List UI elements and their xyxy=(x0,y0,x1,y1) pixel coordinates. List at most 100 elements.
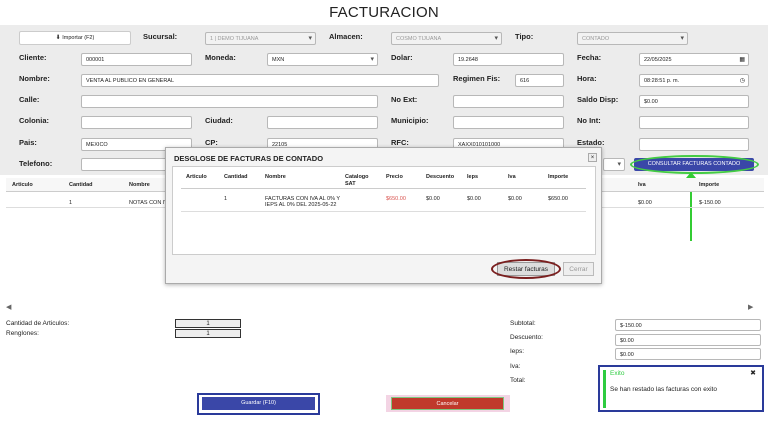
modal-row-nombre: FACTURAS CON IVA AL 0% Y IEPS AL 0% DEL … xyxy=(265,196,340,208)
telefono-input[interactable] xyxy=(81,158,167,171)
municipio-input[interactable] xyxy=(453,116,564,129)
saldo-label: Saldo Disp: xyxy=(577,95,619,104)
renglones-label: Renglones: xyxy=(6,330,39,337)
modal-th-cantidad: Cantidad xyxy=(224,174,248,180)
main-th-cantidad: Cantidad xyxy=(69,182,93,188)
toast-title: Exito xyxy=(610,370,625,377)
modal-title: DESGLOSE DE FACTURAS DE CONTADO xyxy=(174,154,324,163)
cliente-label: Cliente: xyxy=(19,53,47,62)
cantidad-articulos-label: Cantidad de Articulos: xyxy=(6,320,70,327)
rfc-label: RFC: xyxy=(391,138,409,147)
guardar-button[interactable]: Guardar (F10) xyxy=(202,397,315,410)
row-cantidad: 1 xyxy=(69,200,73,206)
modal-row-importe: $650.00 xyxy=(548,196,568,202)
almacen-select[interactable]: COSMO TIJUANA xyxy=(391,32,502,45)
main-th-iva: Iva xyxy=(638,182,646,188)
hora-value: 08:28:51 p. m. xyxy=(644,78,680,84)
extra-select[interactable] xyxy=(603,158,625,171)
scroll-right-icon[interactable]: ▶ xyxy=(748,303,753,311)
regimen-input[interactable]: 616 xyxy=(515,74,564,87)
ieps-label: Ieps: xyxy=(510,348,525,355)
fecha-label: Fecha: xyxy=(577,53,602,62)
success-toast: Exito ✖ Se han restado las facturas con … xyxy=(598,365,764,412)
modal-th-precio: Precio xyxy=(386,174,403,180)
main-th-articulo: Articulo xyxy=(12,182,33,188)
dolar-input[interactable]: 19.2648 xyxy=(453,53,564,66)
main-th-importe: Importe xyxy=(699,182,720,188)
moneda-select[interactable]: MXN xyxy=(267,53,378,66)
modal-row-ieps: $0.00 xyxy=(467,196,481,202)
subtotal-label: Subtotal: xyxy=(510,320,536,327)
modal-th-importe: Importe xyxy=(548,174,569,180)
noint-label: No Int: xyxy=(577,116,601,125)
row-iva: $0.00 xyxy=(638,200,652,206)
modal-table-row[interactable] xyxy=(181,193,586,212)
moneda-label: Moneda: xyxy=(205,53,236,62)
descuento-label: Descuento: xyxy=(510,334,543,341)
subtotal-value: $-150.00 xyxy=(615,319,761,331)
fecha-input[interactable]: 22/05/2025 ▦ xyxy=(639,53,749,66)
import-button[interactable]: ⬇ Importar (F2) xyxy=(19,31,131,45)
municipio-label: Municipio: xyxy=(391,116,429,125)
modal-body: Articulo Cantidad Nombre Catalogo SAT Pr… xyxy=(172,166,596,255)
cantidad-articulos-value: 1 xyxy=(175,319,241,328)
toast-message: Se han restado las facturas con exito xyxy=(610,386,717,393)
toast-accent-bar xyxy=(603,370,606,408)
page-title: FACTURACION xyxy=(329,4,439,21)
modal-th-catalogo: Catalogo SAT xyxy=(345,174,369,187)
modal-row-descuento: $0.00 xyxy=(426,196,440,202)
modal-th-ieps: Ieps xyxy=(467,174,479,180)
ciudad-label: Ciudad: xyxy=(205,116,233,125)
saldo-input[interactable]: $0.00 xyxy=(639,95,749,108)
modal-row-precio: $650.00 xyxy=(386,196,406,202)
modal-th-iva: Iva xyxy=(508,174,516,180)
scroll-left-icon[interactable]: ◀ xyxy=(6,303,11,311)
ieps-value: $0.00 xyxy=(615,348,761,360)
estado-label: Estado: xyxy=(577,138,605,147)
noext-label: No Ext: xyxy=(391,95,418,104)
restar-highlight-ring xyxy=(491,259,561,279)
cancelar-button[interactable]: Cancelar xyxy=(391,397,504,410)
fecha-value: 22/05/2025 xyxy=(644,57,672,63)
ciudad-input[interactable] xyxy=(267,116,378,129)
main-th-nombre: Nombre xyxy=(129,182,150,188)
modal-th-descuento: Descuento xyxy=(426,174,455,180)
estado-input[interactable] xyxy=(639,138,749,151)
toast-close-icon[interactable]: ✖ xyxy=(750,369,756,377)
colonia-input[interactable] xyxy=(81,116,192,129)
modal-row-iva: $0.00 xyxy=(508,196,522,202)
row-nombre: NOTAS CON IV xyxy=(129,200,169,206)
calendar-icon[interactable]: ▦ xyxy=(739,54,745,65)
calle-label: Calle: xyxy=(19,95,40,104)
renglones-value: 1 xyxy=(175,329,241,338)
cliente-input[interactable]: 000001 xyxy=(81,53,192,66)
hora-label: Hora: xyxy=(577,74,597,83)
almacen-label: Almacen: xyxy=(329,32,363,41)
modal-th-articulo: Articulo xyxy=(186,174,207,180)
modal-th-nombre: Nombre xyxy=(265,174,286,180)
regimen-label: Regimen Fis: xyxy=(453,74,501,83)
calle-input[interactable] xyxy=(81,95,378,108)
dolar-label: Dolar: xyxy=(391,53,413,62)
modal-close-icon[interactable]: × xyxy=(588,153,597,162)
noext-input[interactable] xyxy=(453,95,564,108)
cp-label: CP: xyxy=(205,138,218,147)
hora-input[interactable]: 08:28:51 p. m. ◷ xyxy=(639,74,749,87)
iva-label: Iva: xyxy=(510,363,521,370)
sucursal-label: Sucursal: xyxy=(143,32,178,41)
modal-row-cantidad: 1 xyxy=(224,196,228,202)
noint-input[interactable] xyxy=(639,116,749,129)
colonia-label: Colonia: xyxy=(19,116,49,125)
nombre-input[interactable]: VENTA AL PUBLICO EN GENERAL xyxy=(81,74,439,87)
telefono-label: Telefono: xyxy=(19,159,53,168)
tipo-label: Tipo: xyxy=(515,32,534,41)
import-icon: ⬇ xyxy=(55,35,61,41)
import-button-label: Importar (F2) xyxy=(62,35,95,41)
cerrar-button[interactable]: Cerrar xyxy=(563,262,594,276)
descuento-value: $0.00 xyxy=(615,334,761,346)
tipo-select[interactable]: CONTADO xyxy=(577,32,688,45)
row-importe: $-150.00 xyxy=(699,200,721,206)
clock-icon[interactable]: ◷ xyxy=(740,75,745,86)
nombre-label: Nombre: xyxy=(19,74,50,83)
sucursal-select[interactable]: 1 | DEMO TIJUANA xyxy=(205,32,316,45)
